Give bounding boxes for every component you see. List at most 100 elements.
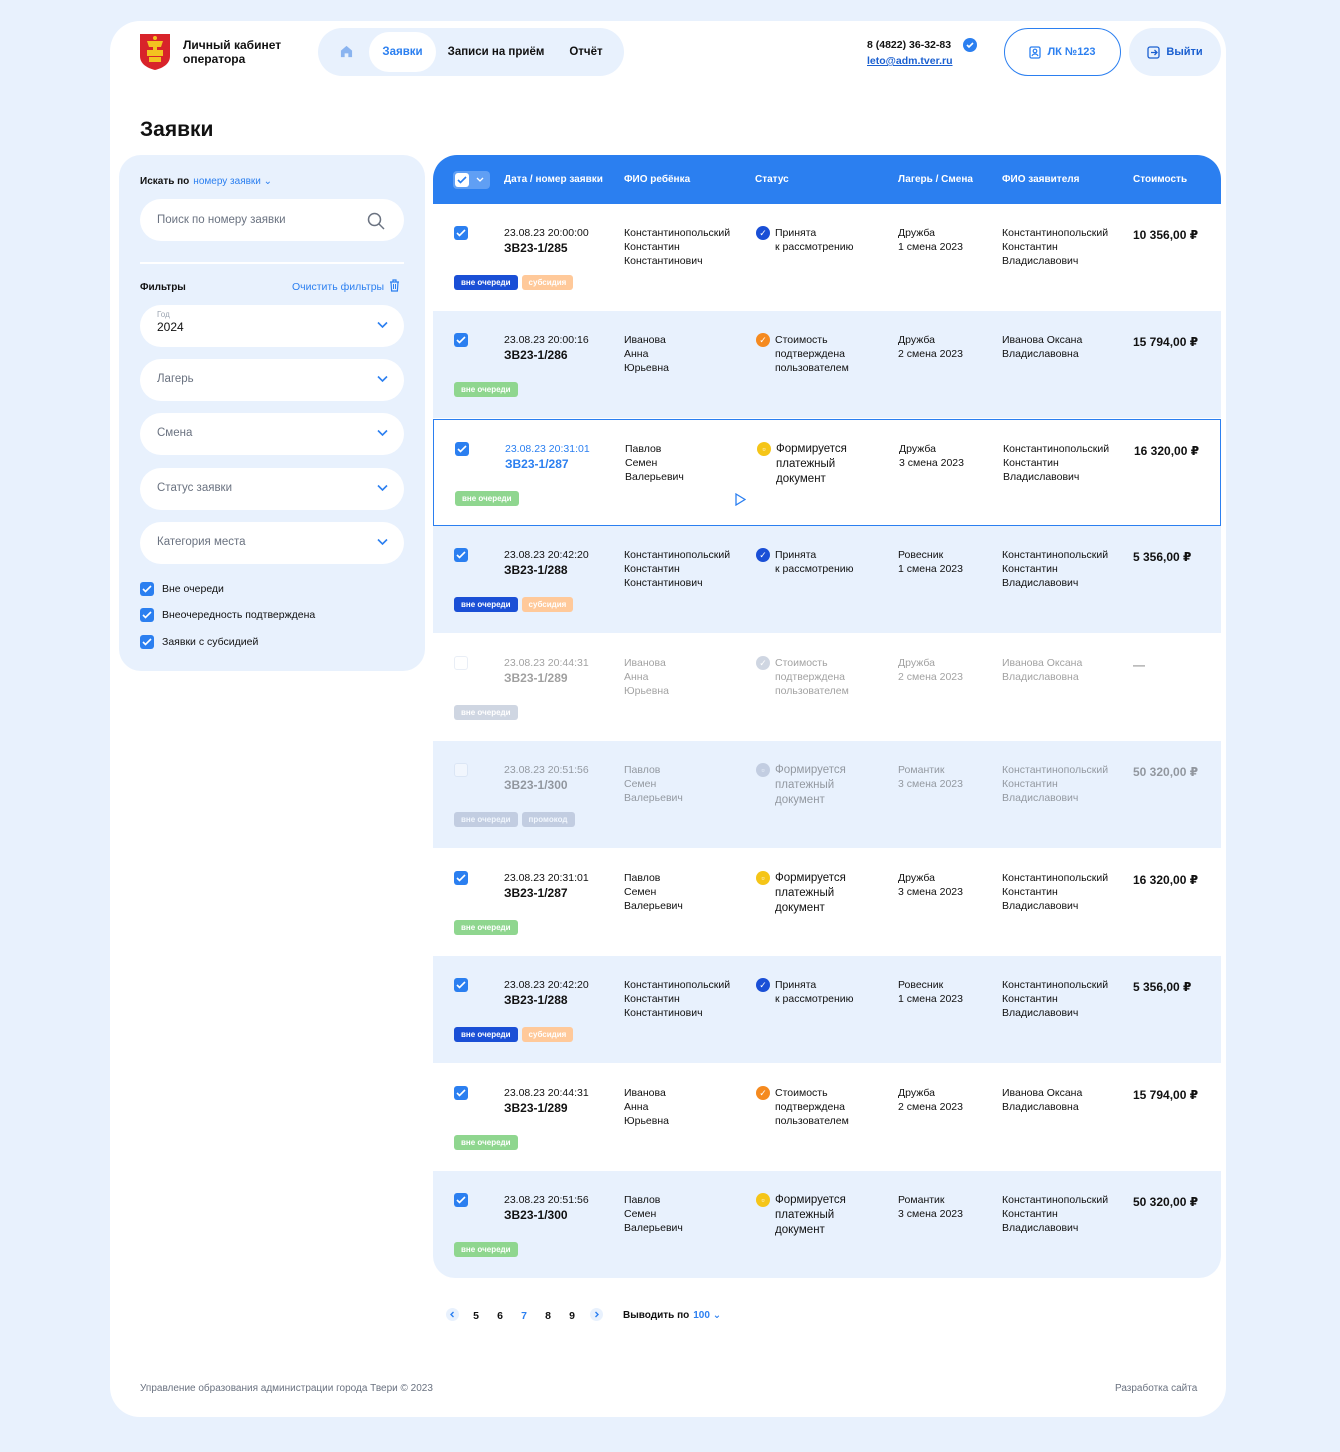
column-header[interactable]: Стоимость (1133, 174, 1187, 185)
tag-badge: субсидия (521, 275, 574, 290)
camp-select[interactable]: Лагерь (140, 359, 404, 401)
table-row[interactable]: 23.08.23 20:51:56 ЗВ23-1/300 Павлов Семен Ва… (433, 1171, 1221, 1278)
row-checkbox[interactable] (455, 442, 469, 456)
chevron-down-icon (377, 429, 388, 437)
row-cost: 5 356,00 ₽ (1133, 980, 1192, 994)
status-text: Принята к рассмотрению (775, 227, 854, 253)
per-page-label: Выводить по (623, 1310, 690, 1321)
year-select[interactable]: Год 2024 (140, 305, 404, 347)
search-icon[interactable] (367, 212, 385, 235)
row-checkbox[interactable] (454, 226, 468, 240)
chevron-right-icon (589, 1308, 603, 1321)
row-number[interactable]: ЗВ23-1/300 (504, 778, 568, 792)
filter-checkbox-priority[interactable]: Вне очереди (140, 582, 224, 596)
row-date: 23.08.23 20:51:56 (504, 764, 589, 776)
row-number[interactable]: ЗВ23-1/288 (504, 993, 568, 1007)
phone-number[interactable]: 8 (4822) 36-32-83 (867, 39, 951, 51)
filter-checkbox-priority-confirmed[interactable]: Внеочередность подтверждена (140, 608, 315, 622)
row-checkbox[interactable] (454, 548, 468, 562)
column-header[interactable]: Лагерь / Смена (898, 174, 973, 185)
footer-copyright: Управление образования администрации гор… (140, 1383, 433, 1394)
row-number[interactable]: ЗВ23-1/289 (504, 1101, 568, 1115)
trash-icon[interactable] (389, 279, 400, 297)
table-row[interactable]: 23.08.23 20:00:16 ЗВ23-1/286 Иванова Анна Юр… (433, 311, 1221, 418)
row-checkbox[interactable] (454, 333, 468, 347)
row-number[interactable]: ЗВ23-1/287 (505, 457, 569, 471)
applicant-name: Константинопольский Константин Владиславов… (1002, 549, 1109, 589)
checkbox[interactable] (140, 635, 154, 649)
search-by-dropdown[interactable]: номеру заявки ⌄ (193, 176, 272, 187)
table-row[interactable]: 23.08.23 20:31:01 ЗВ23-1/287 Павлов Семен Ва… (433, 849, 1221, 956)
next-page-button[interactable] (584, 1308, 608, 1324)
email-link[interactable]: leto@adm.tver.ru (867, 55, 953, 67)
nav-appointments[interactable]: Записи на приём (442, 32, 550, 72)
clear-filters-button[interactable]: Очистить фильтры (292, 281, 384, 293)
coat-of-arms-logo (139, 33, 171, 71)
table-row[interactable]: 23.08.23 20:00:00 ЗВ23-1/285 Константинопо… (433, 204, 1221, 311)
checkbox[interactable] (140, 582, 154, 596)
table-row[interactable]: 23.08.23 20:42:20 ЗВ23-1/288 Константинопо… (433, 956, 1221, 1063)
page-link[interactable]: 6 (488, 1310, 512, 1322)
category-select[interactable]: Категория места (140, 522, 404, 564)
tag-badge: субсидия (521, 1027, 574, 1042)
row-checkbox[interactable] (454, 1086, 468, 1100)
table-row[interactable]: 23.08.23 20:44:31 ЗВ23-1/289 Иванова Анна Юр… (433, 1064, 1221, 1171)
prev-page-button[interactable] (440, 1308, 464, 1324)
footer-dev-link[interactable]: Разработка сайта (1115, 1383, 1197, 1394)
camp-shift: Ровесник 1 смена 2023 (898, 549, 963, 575)
checkbox[interactable] (140, 608, 154, 622)
column-header[interactable]: Дата / номер заявки (504, 174, 603, 185)
tag-badge: субсидия (521, 597, 574, 612)
row-number[interactable]: ЗВ23-1/285 (504, 241, 568, 255)
row-number[interactable]: ЗВ23-1/289 (504, 671, 568, 685)
select-all-checkbox[interactable] (453, 171, 490, 189)
table-row[interactable]: 23.08.23 20:44:31 ЗВ23-1/289 Иванова Анна Юр… (433, 634, 1221, 741)
page-link-current[interactable]: 7 (512, 1310, 536, 1322)
column-header[interactable]: Статус (755, 174, 789, 185)
row-checkbox[interactable] (454, 978, 468, 992)
child-name: Константинопольский Константин Константино… (624, 227, 731, 267)
chevron-left-icon (445, 1308, 459, 1321)
row-number[interactable]: ЗВ23-1/288 (504, 563, 568, 577)
shift-select[interactable]: Смена (140, 413, 404, 455)
page-link[interactable]: 9 (560, 1310, 584, 1322)
year-label: Год (157, 310, 170, 319)
page-link[interactable]: 8 (536, 1310, 560, 1322)
table-row[interactable]: 23.08.23 20:42:20 ЗВ23-1/288 Константинопо… (433, 526, 1221, 633)
nav-home[interactable] (324, 32, 368, 72)
verified-check-icon (963, 38, 977, 52)
nav-applications[interactable]: Заявки (369, 32, 436, 72)
row-number[interactable]: ЗВ23-1/286 (504, 348, 568, 362)
row-number[interactable]: ЗВ23-1/300 (504, 1208, 568, 1222)
table-row[interactable]: 23.08.23 20:51:56 ЗВ23-1/300 Павлов Семен Ва… (433, 741, 1221, 848)
page-link[interactable]: 5 (464, 1310, 488, 1322)
checkbox-label: Вне очереди (162, 583, 224, 595)
column-header[interactable]: ФИО заявителя (1002, 174, 1079, 185)
status-text: Принята к рассмотрению (775, 549, 854, 575)
nav-report[interactable]: Отчёт (558, 32, 614, 72)
row-checkbox[interactable] (454, 871, 468, 885)
row-checkbox[interactable] (454, 1193, 468, 1207)
per-page-dropdown[interactable]: 100 ⌄ (693, 1310, 721, 1321)
year-value: 2024 (157, 320, 184, 334)
logout-button[interactable]: Выйти (1129, 28, 1221, 76)
home-icon (340, 46, 352, 58)
camp-shift: Дружба 1 смена 2023 (898, 227, 963, 253)
status-select[interactable]: Статус заявки (140, 468, 404, 510)
applicant-name: Константинопольский Константин Владиславов… (1002, 872, 1109, 912)
filter-checkbox-subsidy[interactable]: Заявки с субсидией (140, 635, 258, 649)
table-row[interactable]: 23.08.23 20:31:01 ЗВ23-1/287 Павлов Семен Ва… (433, 419, 1221, 526)
status-text: Стоимость подтверждена пользователем (775, 657, 849, 697)
child-name: Павлов Семен Валерьевич (625, 443, 684, 483)
tag-badge: вне очереди (454, 920, 518, 935)
status-icon: ▫ (756, 871, 770, 885)
row-checkbox[interactable] (454, 656, 468, 670)
row-date: 23.08.23 20:44:31 (504, 657, 589, 669)
tag-badge: вне очереди (454, 705, 518, 720)
row-number[interactable]: ЗВ23-1/287 (504, 886, 568, 900)
row-checkbox[interactable] (454, 763, 468, 777)
profile-button[interactable]: ЛК №123 (1004, 28, 1121, 76)
column-header[interactable]: ФИО ребёнка (624, 174, 690, 185)
chevron-down-icon (377, 538, 388, 546)
checkbox-label: Внеочередность подтверждена (162, 609, 316, 621)
